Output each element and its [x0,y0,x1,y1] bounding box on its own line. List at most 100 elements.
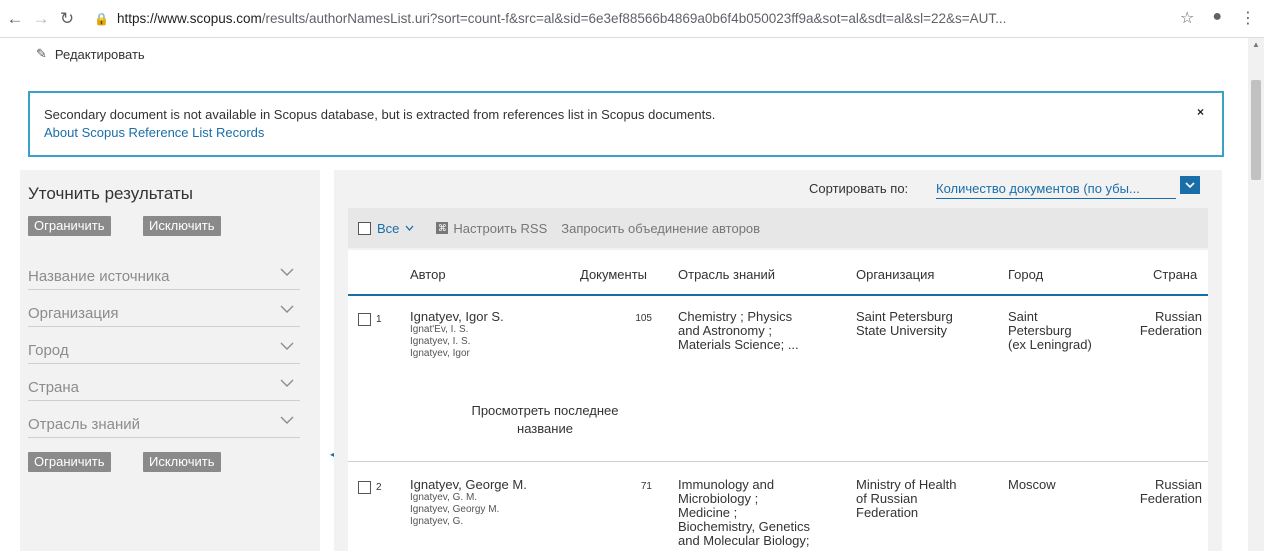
exclude-button-bottom[interactable]: Исключить [143,452,221,472]
subject-cell: Immunology and Microbiology ; Medicine ;… [678,478,810,548]
address-bar[interactable]: https://www.scopus.com/results/authorNam… [117,11,1147,26]
chevron-down-icon [280,416,294,424]
city-cell: Saint Petersburg (ex Leningrad) [1008,310,1092,352]
country-line: Federation [1139,323,1202,338]
close-icon[interactable]: × [1197,105,1204,119]
menu-dots-icon[interactable]: ⋮ [1240,8,1256,28]
reload-icon[interactable]: ↻ [56,8,78,30]
row-number: 1 [376,314,382,325]
city-cell: Moscow [1008,478,1056,492]
chevron-down-icon [280,268,294,276]
sort-row: Сортировать по: Количество документов (п… [334,170,1222,206]
documents-count[interactable]: 105 [618,313,652,324]
subject-line: Immunology and [678,477,775,492]
filter-source-title[interactable]: Название источника [28,260,300,290]
select-all-checkbox[interactable] [358,221,371,235]
results-table: Автор Документы Отрасль знаний Организац… [348,250,1208,551]
author-variant: Ignatyev, G. [410,516,464,527]
url-path: /results/authorNamesList.uri?sort=count-… [261,11,1007,26]
row-number: 2 [376,482,382,493]
refine-panel: Уточнить результаты Ограничить Исключить… [20,170,320,551]
subject-line: and Molecular Biology; [678,533,810,548]
subject-line: Medicine ; [678,505,738,520]
limit-button-bottom[interactable]: Ограничить [28,452,111,472]
organization-line: Saint Petersburg [856,309,953,324]
subject-cell: Chemistry ; Physics and Astronomy ; Mate… [678,310,799,352]
row-checkbox[interactable] [358,313,371,326]
author-variant: Ignat'Ev, I. S. [410,324,469,335]
page-scrollbar[interactable]: ▲ [1248,38,1264,551]
pencil-icon: ✎ [36,46,47,61]
filter-label: Отрасль знаний [28,416,141,433]
results-panel: Сортировать по: Количество документов (п… [334,170,1222,551]
header-documents[interactable]: Документы [580,267,647,282]
filter-country[interactable]: Страна [28,371,300,401]
subject-line: Microbiology ; [678,491,759,506]
merge-authors-button[interactable]: Запросить объединение авторов [561,221,760,236]
forward-arrow-icon[interactable]: → [30,8,52,30]
select-all-label: Все [377,220,400,236]
filter-city[interactable]: Город [28,334,300,364]
table-row: 2 Ignatyev, George M. Ignatyev, G. M. Ig… [348,478,1208,551]
rss-button[interactable]: ⌘ Настроить RSS [436,221,547,236]
sort-select[interactable]: Количество документов (по убы... [936,181,1176,199]
preview-line: название [517,421,573,436]
notice-link[interactable]: About Scopus Reference List Records [44,125,1208,140]
table-header: Автор Документы Отрасль знаний Организац… [348,250,1208,296]
country-cell: Russian Federation [1138,310,1202,338]
organization-line: State University [856,323,948,338]
author-variant: Ignatyev, I. S. [410,336,471,347]
author-variant: Ignatyev, Igor [410,348,470,359]
account-icon[interactable]: ● [1212,8,1222,28]
limit-button[interactable]: Ограничить [28,216,111,236]
city-line: Saint [1008,309,1038,324]
author-name-link[interactable]: Ignatyev, Igor S. [410,310,504,324]
table-row: 1 Ignatyev, Igor S. Ignat'Ev, I. S. Igna… [348,310,1208,460]
author-name-link[interactable]: Ignatyev, George M. [410,478,527,492]
city-line: (ex Leningrad) [1008,337,1092,352]
chevron-down-icon [405,225,414,231]
refine-title: Уточнить результаты [28,184,193,203]
filter-organization[interactable]: Организация [28,297,300,327]
row-checkbox[interactable] [358,481,371,494]
subject-line: Chemistry ; Physics [678,309,793,324]
header-city[interactable]: Город [1008,267,1043,282]
select-all-dropdown[interactable]: Все [358,221,414,236]
country-cell: Russian Federation [1138,478,1202,506]
sort-label: Сортировать по: [809,181,909,196]
scroll-up-icon[interactable]: ▲ [1252,40,1260,49]
sort-dropdown-button[interactable] [1180,176,1200,194]
chevron-down-icon [1185,182,1195,189]
browser-toolbar: ← → ↻ 🔒 https://www.scopus.com/results/a… [0,0,1264,38]
author-variant: Ignatyev, G. M. [410,492,478,503]
subject-line: Materials Science; ... [678,337,799,352]
header-organization[interactable]: Организация [856,267,934,282]
header-subject[interactable]: Отрасль знаний [678,267,775,282]
scrollbar-thumb[interactable] [1251,80,1261,180]
view-last-title-link[interactable]: Просмотреть последнее название [440,402,650,438]
author-cell: Ignatyev, George M. Ignatyev, G. M. Igna… [410,478,527,528]
city-line: Moscow [1008,477,1056,492]
row-divider [348,461,1208,462]
star-bookmark-icon[interactable]: ☆ [1180,8,1194,28]
subject-line: and Astronomy ; [678,323,772,338]
rss-label: Настроить RSS [453,220,548,236]
results-toolbar: Все ⌘ Настроить RSS Запросить объединени… [348,208,1208,248]
preview-line: Просмотреть последнее [471,403,619,418]
header-author[interactable]: Автор [410,267,446,282]
organization-cell: Ministry of Health of Russian Federation [856,478,956,520]
filter-label: Организация [28,305,119,322]
rss-icon: ⌘ [436,222,449,234]
documents-count[interactable]: 71 [618,481,652,492]
edit-link[interactable]: ✎ Редактировать [36,46,145,62]
exclude-button[interactable]: Исключить [143,216,221,236]
chevron-down-icon [280,379,294,387]
country-line: Russian [1155,309,1202,324]
author-variant: Ignatyev, Georgy M. [410,504,500,515]
back-arrow-icon[interactable]: ← [4,8,26,30]
filter-subject-area[interactable]: Отрасль знаний [28,408,300,438]
notice-banner: Secondary document is not available in S… [28,91,1224,157]
header-country[interactable]: Страна [1153,267,1197,282]
filter-label: Название источника [28,268,170,285]
merge-authors-label: Запросить объединение авторов [561,220,761,236]
